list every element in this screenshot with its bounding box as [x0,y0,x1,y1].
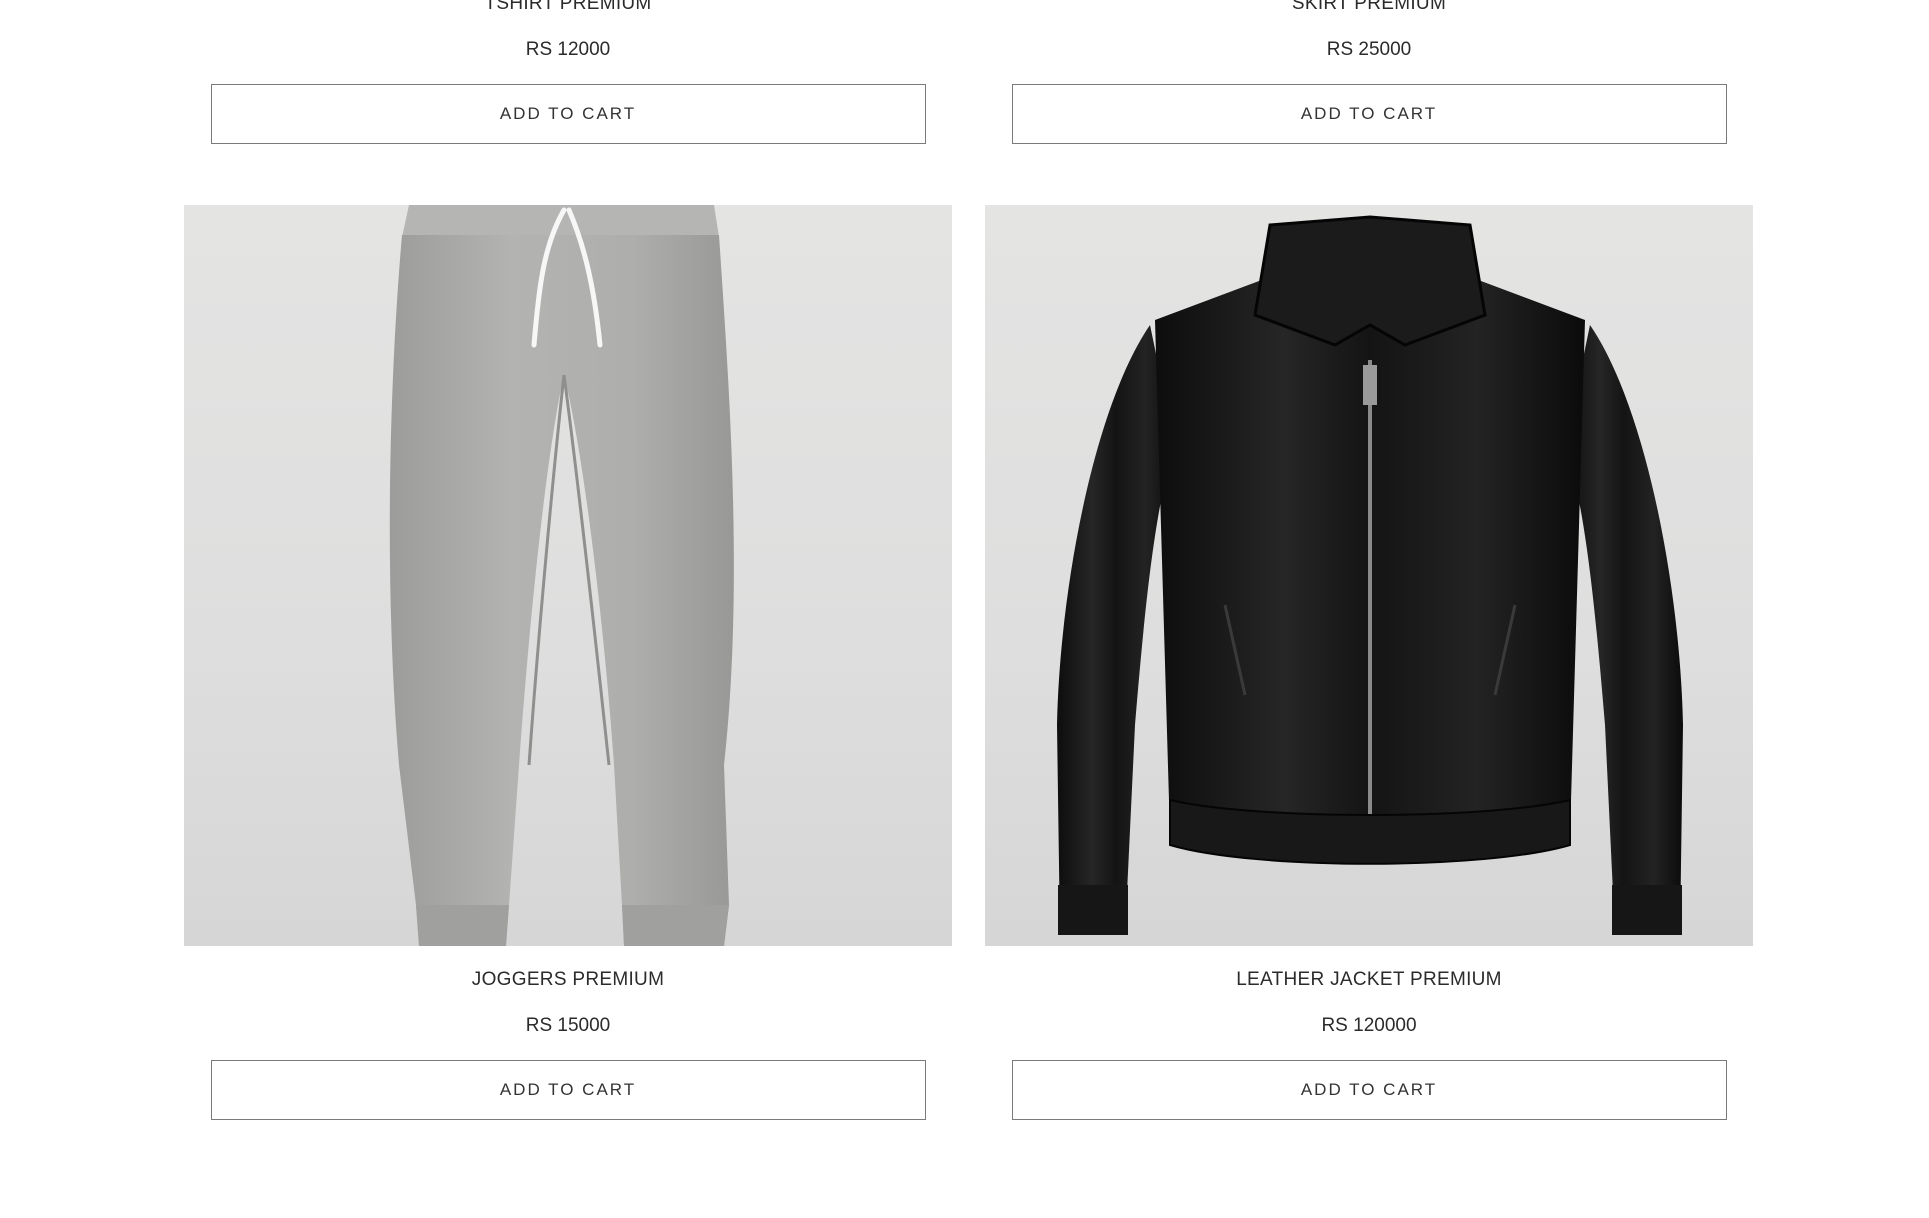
product-card-skirt: SKIRT PREMIUM RS 25000 ADD TO CART [985,0,1753,144]
joggers-image [389,205,734,946]
add-to-cart-button[interactable]: ADD TO CART [1011,84,1727,144]
product-card-leather-jacket: LEATHER JACKET PREMIUM RS 120000 ADD TO … [985,205,1753,1120]
product-image-joggers[interactable] [184,205,952,946]
product-name: JOGGERS PREMIUM [471,969,665,990]
product-price: RS 120000 [1321,1015,1417,1036]
product-grid: TSHIRT PREMIUM RS 12000 ADD TO CART SKIR… [0,0,1929,1218]
add-to-cart-button[interactable]: ADD TO CART [210,1060,926,1120]
product-name: TSHIRT PREMIUM [484,0,652,14]
add-to-cart-button[interactable]: ADD TO CART [1011,1060,1727,1120]
product-card-tshirt: TSHIRT PREMIUM RS 12000 ADD TO CART [184,0,952,144]
product-name: LEATHER JACKET PREMIUM [1236,969,1502,990]
product-price: RS 15000 [525,1015,611,1036]
product-price: RS 12000 [525,39,611,60]
product-card-joggers: JOGGERS PREMIUM RS 15000 ADD TO CART [184,205,952,1120]
product-price: RS 25000 [1326,39,1412,60]
add-to-cart-button[interactable]: ADD TO CART [210,84,926,144]
leather-jacket-image [1057,215,1683,935]
product-image-leather-jacket[interactable] [985,205,1753,946]
product-name: SKIRT PREMIUM [1291,0,1447,14]
